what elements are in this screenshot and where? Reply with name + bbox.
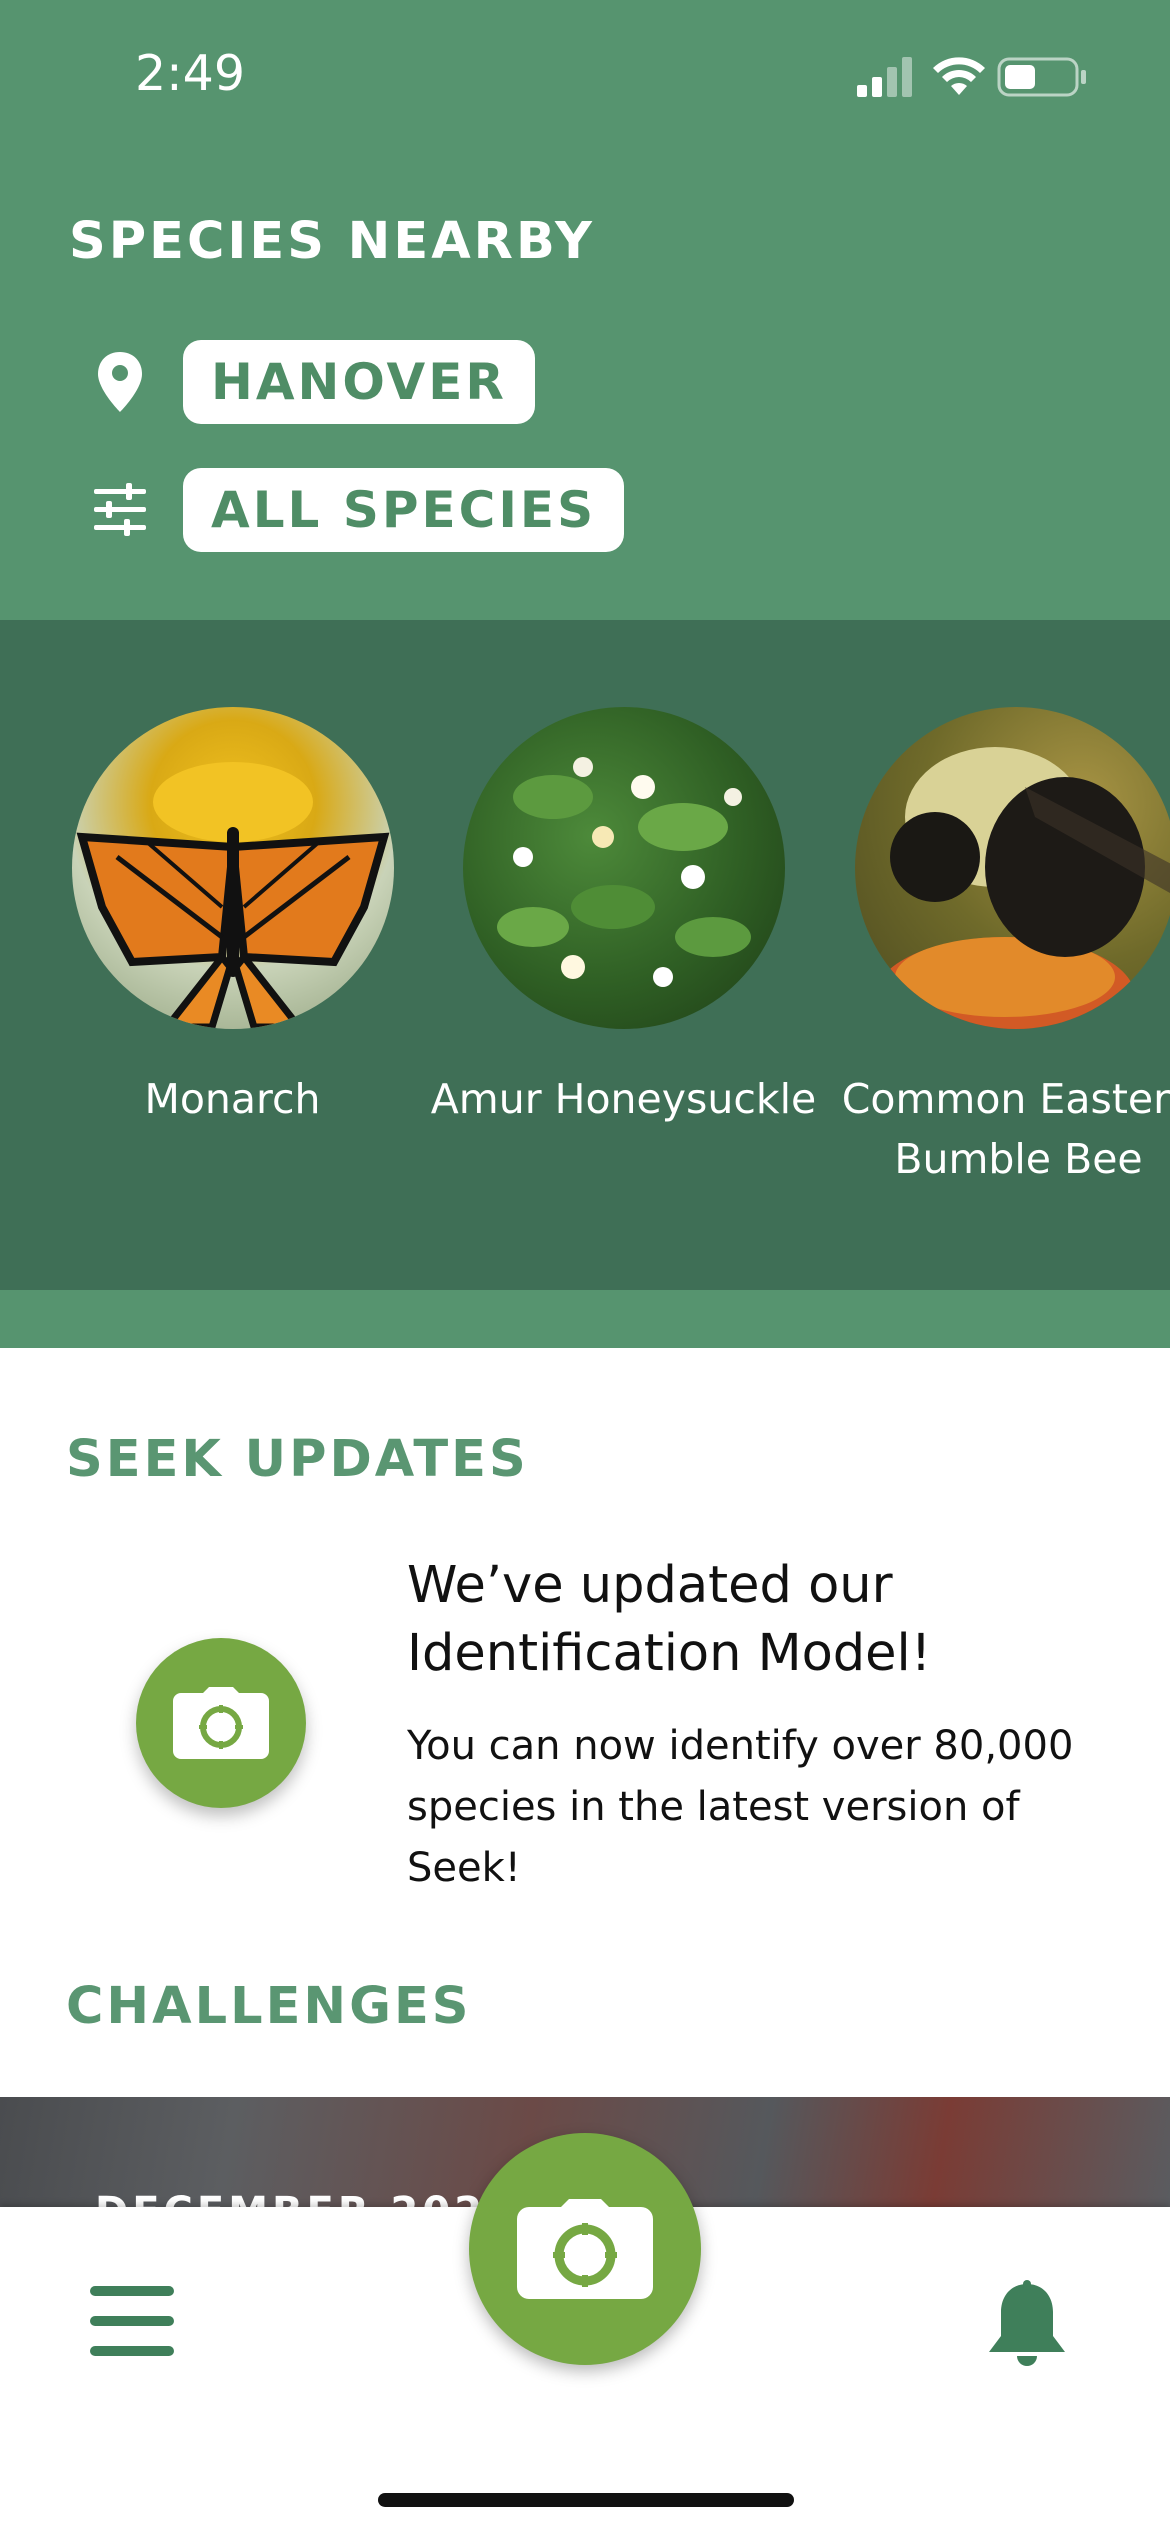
cellular-signal-icon <box>857 57 912 97</box>
camera-button[interactable] <box>469 2133 701 2365</box>
species-card-amur-honeysuckle[interactable]: Amur Honeysuckle <box>427 707 820 1129</box>
species-name: Common Eastern Bumble Bee <box>841 1075 1170 1183</box>
camera-icon <box>173 1687 269 1759</box>
species-name: Amur Honeysuckle <box>430 1075 817 1123</box>
species-photo <box>462 707 785 1029</box>
sliders-icon <box>94 483 146 536</box>
home-indicator <box>378 2493 794 2507</box>
seek-updates-title: SEEK UPDATES <box>66 1430 529 1489</box>
battery-icon <box>997 57 1086 97</box>
location-pin-icon <box>98 352 142 412</box>
species-photo <box>855 707 1170 1029</box>
monarch-butterfly-image <box>76 762 389 1029</box>
bell-icon[interactable] <box>983 2280 1071 2372</box>
bumble-bee-image <box>875 747 1170 1029</box>
update-body: You can now identify over 80,000 species… <box>407 1723 1074 1891</box>
update-heading: We’ve updated our Identification Model! <box>407 1556 932 1683</box>
species-photo <box>71 707 394 1029</box>
location-selector-button[interactable]: HANOVER <box>183 340 535 424</box>
species-band-footer <box>0 1290 1170 1348</box>
challenge-date: DECEMBER 202 <box>95 2189 486 2207</box>
species-name: Monarch <box>144 1075 321 1123</box>
update-camera-icon <box>136 1638 306 1808</box>
status-time: 2:49 <box>135 45 246 102</box>
status-icons <box>855 55 1090 105</box>
hamburger-menu-icon[interactable] <box>90 2286 174 2356</box>
wifi-icon <box>933 57 985 95</box>
camera-icon <box>517 2199 653 2299</box>
species-card-bumble-bee[interactable]: Common Eastern Bumble Bee <box>822 707 1170 1189</box>
species-card-monarch[interactable]: Monarch <box>36 707 429 1129</box>
species-nearby-title: SPECIES NEARBY <box>69 212 595 271</box>
species-filter-button[interactable]: ALL SPECIES <box>183 468 625 552</box>
honeysuckle-image <box>496 757 751 987</box>
challenges-title: CHALLENGES <box>66 1977 472 2036</box>
